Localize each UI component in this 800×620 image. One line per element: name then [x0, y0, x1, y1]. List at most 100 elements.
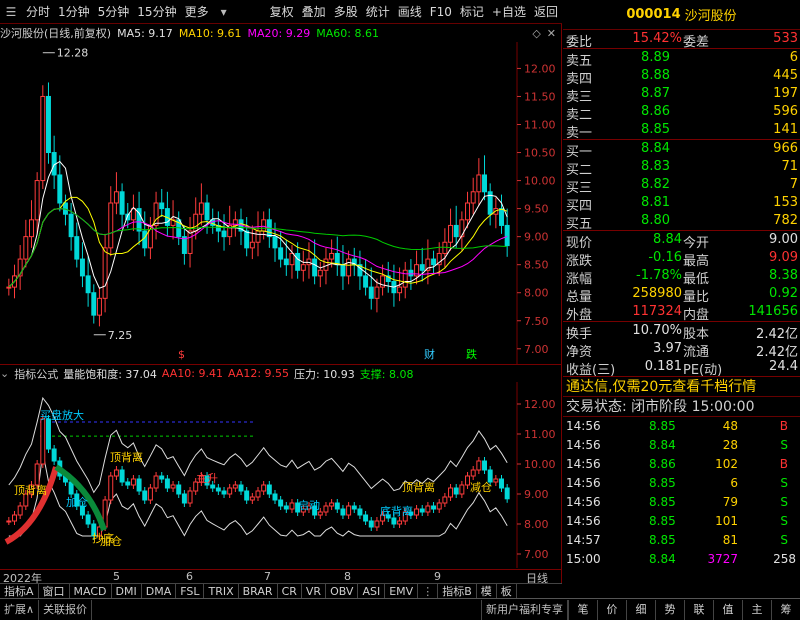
tab-window[interactable]: 窗口 [39, 584, 70, 599]
nav-tick[interactable]: 笔 [568, 599, 597, 620]
sell-level[interactable]: 卖五 8.89 6 [563, 49, 800, 69]
period-1min[interactable]: 1分钟 [54, 0, 94, 24]
close-icon[interactable]: ✕ [547, 27, 556, 40]
y-tick-label: 10.00 [524, 458, 556, 471]
tab-template[interactable]: 模 [477, 584, 497, 599]
multi-stock-button[interactable]: 多股 [330, 0, 362, 24]
buy-level[interactable]: 买一 8.84 966 [563, 140, 800, 160]
ind-candle-body [363, 514, 369, 522]
tab-vr[interactable]: VR [302, 584, 327, 599]
ind-candle-body [147, 487, 153, 501]
ind-candle-body [442, 496, 448, 504]
tab-dmi[interactable]: DMI [112, 584, 142, 599]
statistics-button[interactable]: 统计 [362, 0, 394, 24]
signal-label: 顶背离 [110, 450, 143, 464]
tab-brar[interactable]: BRAR [239, 584, 278, 599]
tick-direction: S [780, 438, 788, 452]
chart-area[interactable]: 沙河股份(日线,前复权) MA5: 9.17 MA10: 9.61 MA20: … [0, 24, 562, 599]
chevron-down-icon[interactable]: ▾ [213, 0, 235, 24]
f10-button[interactable]: F10 [426, 0, 456, 24]
nav-trend[interactable]: 势 [655, 599, 684, 620]
overlay-button[interactable]: 叠加 [298, 0, 330, 24]
tab-cr[interactable]: CR [278, 584, 302, 599]
tab-asi[interactable]: ASI [358, 584, 386, 599]
restore-rights-button[interactable]: 复权 [266, 0, 298, 24]
tab-emv[interactable]: EMV [385, 584, 419, 599]
tab-indicator-a[interactable]: 指标A [0, 584, 39, 599]
sell-level[interactable]: 卖二 8.86 596 [563, 103, 800, 123]
nav-link[interactable]: 联 [684, 599, 713, 620]
tab-board[interactable]: 板 [497, 584, 517, 599]
candle-body [198, 202, 204, 215]
buy-level[interactable]: 买五 8.80 782 [563, 212, 800, 232]
buy-level[interactable]: 买四 8.81 153 [563, 194, 800, 214]
ind-candle-body [465, 475, 471, 486]
ind-candle-body [289, 502, 295, 510]
mark-button[interactable]: 标记 [456, 0, 488, 24]
settings-icon[interactable]: ◇ [532, 27, 540, 40]
candle-body [113, 191, 119, 204]
candle-body [249, 241, 255, 249]
draw-line-button[interactable]: 画线 [394, 0, 426, 24]
tick-direction: B [779, 457, 788, 471]
candle-body [442, 241, 448, 254]
stat-value: 8.84 [653, 232, 682, 247]
sell-level[interactable]: 卖四 8.88 445 [563, 67, 800, 87]
bottom-bar: 扩展∧ 关联报价 新用户福利专享 笔 价 细 势 联 值 主 筹 [0, 598, 800, 620]
ind-candle-body [368, 520, 374, 528]
ind-candle-body [504, 487, 510, 500]
tab-scroll-icon[interactable]: ⋮ [418, 584, 439, 599]
promo-banner[interactable]: 通达信,仅需20元查看千档行情 [563, 377, 800, 397]
nav-value[interactable]: 值 [713, 599, 742, 620]
tick-price: 8.85 [649, 476, 676, 490]
tab-macd[interactable]: MACD [70, 584, 112, 599]
candle-body [482, 174, 487, 193]
stock-name: 沙河股份 [684, 9, 737, 24]
indicator-chart[interactable]: 12.0011.0010.009.008.007.00顶背离抄底加仓买盘放大顶背… [0, 382, 562, 568]
nav-price[interactable]: 价 [597, 599, 626, 620]
candle-body [465, 202, 471, 221]
level-volume: 445 [773, 68, 798, 83]
nav-detail[interactable]: 细 [626, 599, 655, 620]
add-watchlist-button[interactable]: +自选 [488, 0, 530, 24]
weicha-value: 533 [773, 31, 798, 46]
tab-dma[interactable]: DMA [142, 584, 177, 599]
signal-label: 底背离 [380, 504, 413, 518]
candle-body [23, 236, 29, 260]
chevron-down-icon[interactable]: ⌄ [0, 367, 9, 380]
period-minute[interactable]: 分时 [22, 0, 54, 24]
ind-candle-body [113, 469, 119, 477]
period-15min[interactable]: 15分钟 [133, 0, 180, 24]
buy-level[interactable]: 买三 8.82 7 [563, 176, 800, 196]
date-label: 8 [344, 570, 351, 583]
tab-fsl[interactable]: FSL [176, 584, 205, 599]
sell-level[interactable]: 卖三 8.87 197 [563, 85, 800, 105]
more-periods[interactable]: 更多 [181, 0, 213, 24]
price-candle-chart[interactable]: 12.00 11.50 11.00 10.50 10.00 9.50 9.00 8.50 8.0… [0, 42, 562, 364]
new-user-welfare-link[interactable]: 新用户福利专享 [481, 599, 568, 620]
nav-chips[interactable]: 筹 [771, 599, 800, 620]
tick-row: 14:56 8.85 48 B [563, 417, 800, 436]
period-5min[interactable]: 5分钟 [94, 0, 134, 24]
tick-list[interactable]: 14:56 8.85 48 B 14:56 8.84 28 S 14:56 8.… [563, 417, 800, 569]
level-price: 8.86 [641, 104, 670, 119]
level-volume: 782 [773, 213, 798, 228]
back-button[interactable]: 返回 [530, 0, 562, 24]
sell-level[interactable]: 卖一 8.85 141 [563, 121, 800, 141]
ind-candle-body [153, 475, 159, 489]
tick-row: 14:56 8.85 79 S [563, 493, 800, 512]
expand-button[interactable]: 扩展∧ [0, 599, 40, 620]
tick-volume: 3727 [707, 552, 738, 566]
related-quote-button[interactable]: 关联报价 [39, 599, 93, 620]
ind-candle-body [436, 502, 442, 510]
tab-obv[interactable]: OBV [326, 584, 359, 599]
buy-level[interactable]: 买二 8.83 71 [563, 158, 800, 178]
menu-icon[interactable]: ☰ [0, 0, 22, 24]
ind-candle-body [374, 520, 380, 528]
quote-panel: 000014 沙河股份 委比 15.42% 委差 533 卖五 8.89 6 卖… [563, 0, 800, 598]
nav-main[interactable]: 主 [742, 599, 771, 620]
tab-trix[interactable]: TRIX [204, 584, 239, 599]
tab-indicator-b[interactable]: 指标B [438, 584, 477, 599]
ind-candle-body [249, 496, 255, 501]
indicator-name[interactable]: 指标公式 [14, 366, 58, 382]
